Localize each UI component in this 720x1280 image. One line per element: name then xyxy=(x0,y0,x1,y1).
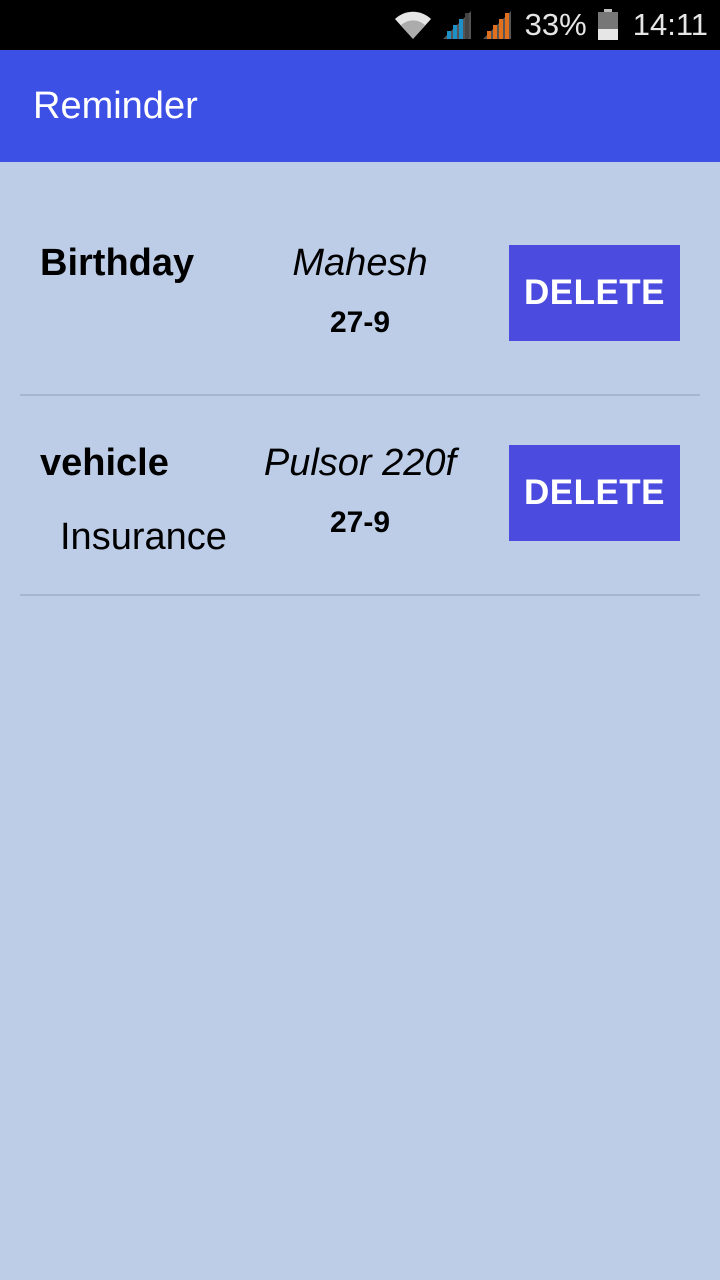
reminder-type: vehicle xyxy=(40,442,169,484)
app-title: Reminder xyxy=(33,85,198,127)
app-bar: Reminder xyxy=(0,50,720,162)
clock: 14:11 xyxy=(632,7,708,42)
cellular-signal-icon xyxy=(481,9,513,41)
reminder-date: 27-9 xyxy=(329,506,391,539)
delete-button[interactable]: DELETE xyxy=(509,245,680,341)
reminder-name: Mahesh xyxy=(292,242,428,284)
cellular-signal-icon xyxy=(441,9,473,41)
delete-button[interactable]: DELETE xyxy=(509,445,680,541)
battery-percent: 33% xyxy=(524,7,587,42)
reminder-row: vehicle Insurance Pulsor 220f 27-9 DELET… xyxy=(20,396,700,596)
status-icons: 33% 14:11 xyxy=(393,0,708,50)
reminder-date: 27-9 xyxy=(329,306,391,339)
wifi-icon xyxy=(393,9,433,41)
status-bar: 33% 14:11 xyxy=(0,0,720,50)
reminder-row: Birthday Mahesh 27-9 DELETE xyxy=(20,196,700,396)
battery-icon xyxy=(597,9,619,41)
reminder-name: Pulsor 220f xyxy=(263,442,457,484)
reminder-type: Birthday xyxy=(40,242,195,284)
